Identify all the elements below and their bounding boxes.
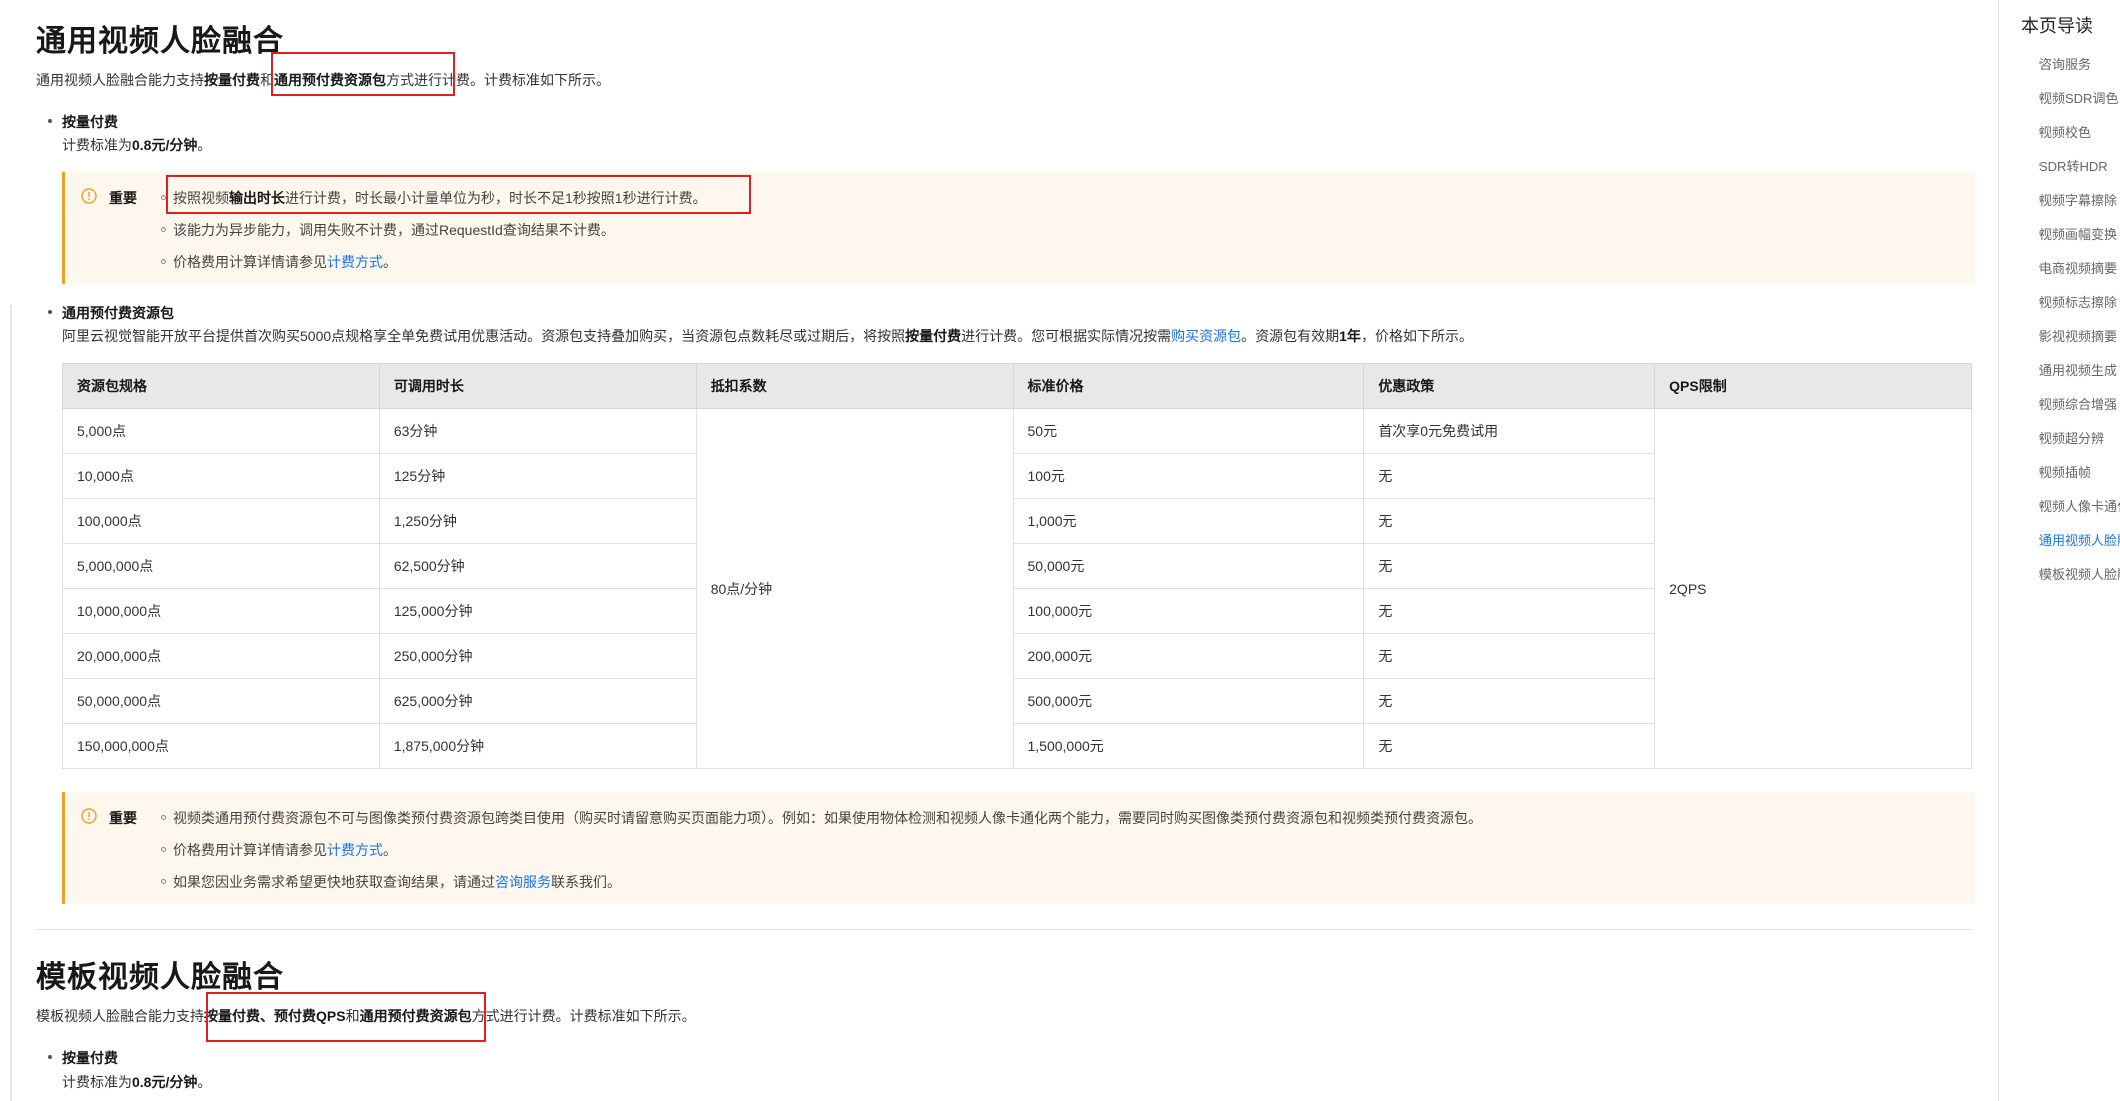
section1-intro: 通用视频人脸融合能力支持按量付费和通用预付费资源包方式进行计费。计费标准如下所示… xyxy=(36,72,610,88)
table-cell: 5,000,000点 xyxy=(62,543,380,589)
table-cell: 10,000点 xyxy=(62,453,380,499)
notice-item-cross-category: 视频类通用预付费资源包不可与图像类预付费资源包跨类目使用（购买时请留意购买页面能… xyxy=(161,810,1482,826)
payg-heading: 按量付费 xyxy=(48,1050,118,1066)
toc-item[interactable]: 视频综合增强 xyxy=(2039,394,2120,413)
table-cell: 1,500,000元 xyxy=(1012,723,1365,769)
table-cell: 首次享0元免费试用 xyxy=(1363,408,1656,454)
prepaid-description: 阿里云视觉智能开放平台提供首次购买5000点规格享全单免费试用优惠活动。资源包支… xyxy=(62,328,1473,344)
table-cell: 100,000元 xyxy=(1012,588,1365,634)
table-cell: 50,000,000点 xyxy=(62,678,380,724)
table-cell: 62,500分钟 xyxy=(378,543,697,589)
payg-price-text: 计费标准为0.8元/分钟。 xyxy=(62,137,212,153)
table-cell: 250,000分钟 xyxy=(378,633,697,679)
toc-item[interactable]: 通用视频生成 xyxy=(2039,360,2120,379)
table-header: QPS限制 xyxy=(1654,363,1972,409)
deduction-cell: 80点/分钟 xyxy=(695,408,1014,769)
section2-intro: 模板视频人脸融合能力支持按量付费、预付费QPS和通用预付费资源包方式进行计费。计… xyxy=(36,1008,696,1024)
content-left-rule xyxy=(10,305,12,1101)
warning-icon xyxy=(81,808,97,824)
table-cell: 20,000,000点 xyxy=(62,633,380,679)
buy-package-link[interactable]: 购买资源包 xyxy=(1171,328,1241,344)
table-cell: 500,000元 xyxy=(1012,678,1365,724)
toc-item[interactable]: 视频画幅变换 xyxy=(2039,224,2120,243)
toc-item[interactable]: 视频标志擦除 xyxy=(2039,292,2120,311)
toc-item[interactable]: SDR转HDR xyxy=(2039,156,2120,175)
notice-item-async: 该能力为异步能力，调用失败不计费，通过RequestId查询结果不计费。 xyxy=(161,222,615,238)
consulting-service-link[interactable]: 咨询服务 xyxy=(495,874,551,890)
important-notice-1: 重要 按照视频输出时长进行计费，时长最小计量单位为秒，时长不足1秒按照1秒进行计… xyxy=(62,172,1975,284)
table-cell: 1,000元 xyxy=(1012,498,1365,544)
payg-price-text: 计费标准为0.8元/分钟。 xyxy=(62,1074,212,1090)
table-cell: 无 xyxy=(1363,723,1656,769)
table-cell: 100元 xyxy=(1012,453,1365,499)
prepaid-heading: 通用预付费资源包 xyxy=(48,305,174,321)
table-cell: 5,000点 xyxy=(62,408,380,454)
table-cell: 63分钟 xyxy=(378,408,697,454)
table-cell: 无 xyxy=(1363,678,1656,724)
toc-item[interactable]: 视频插帧 xyxy=(2039,462,2120,481)
table-cell: 625,000分钟 xyxy=(378,678,697,724)
table-header: 优惠政策 xyxy=(1363,363,1656,409)
table-cell: 150,000,000点 xyxy=(62,723,380,769)
toc-item[interactable]: 咨询服务 xyxy=(2039,54,2120,73)
table-header: 可调用时长 xyxy=(378,363,697,409)
table-header: 资源包规格 xyxy=(62,363,380,409)
toc-item[interactable]: 视频SDR调色 xyxy=(2039,88,2120,107)
table-cell: 50,000元 xyxy=(1012,543,1365,589)
table-cell: 50元 xyxy=(1012,408,1365,454)
table-cell: 1,250分钟 xyxy=(378,498,697,544)
notice-title: 重要 xyxy=(109,810,137,826)
billing-method-link[interactable]: 计费方式 xyxy=(327,254,383,270)
qps-cell: 2QPS xyxy=(1654,408,1972,769)
toc-title: 本页导读 xyxy=(2021,16,2093,36)
page-toc-sidebar: 本页导读 咨询服务 视频SDR调色 视频校色 SDR转HDR 视频字幕擦除 视频… xyxy=(1998,0,2120,1101)
table-cell: 无 xyxy=(1363,453,1656,499)
toc-item[interactable]: 视频字幕擦除 xyxy=(2039,190,2120,209)
table-cell: 无 xyxy=(1363,543,1656,589)
table-header: 标准价格 xyxy=(1012,363,1365,409)
notice-title: 重要 xyxy=(109,190,137,206)
toc-item[interactable]: 视频校色 xyxy=(2039,122,2120,141)
toc-item[interactable]: 模板视频人脸融合 xyxy=(2039,564,2120,583)
table-cell: 无 xyxy=(1363,588,1656,634)
table-cell: 125分钟 xyxy=(378,453,697,499)
table-header-row: 资源包规格 可调用时长 抵扣系数 标准价格 优惠政策 QPS限制 xyxy=(62,363,1972,409)
notice-item-billing-duration: 按照视频输出时长进行计费，时长最小计量单位为秒，时长不足1秒按照1秒进行计费。 xyxy=(161,190,707,206)
table-cell: 无 xyxy=(1363,498,1656,544)
table-header: 抵扣系数 xyxy=(695,363,1014,409)
table-row: 5,000点 63分钟 80点/分钟 50元 首次享0元免费试用 2QPS xyxy=(62,408,1972,769)
table-cell: 10,000,000点 xyxy=(62,588,380,634)
main-content: 通用视频人脸融合 通用视频人脸融合能力支持按量付费和通用预付费资源包方式进行计费… xyxy=(36,0,1976,1101)
toc-item[interactable]: 影视视频摘要 xyxy=(2039,326,2120,345)
notice-item-price-details: 价格费用计算详情请参见计费方式。 xyxy=(161,254,397,270)
toc-item[interactable]: 视频人像卡通化 xyxy=(2039,496,2120,515)
table-cell: 100,000点 xyxy=(62,498,380,544)
warning-icon xyxy=(81,188,97,204)
notice-item-consulting: 如果您因业务需求希望更快地获取查询结果，请通过咨询服务联系我们。 xyxy=(161,874,621,890)
section-title-general-face-fusion: 通用视频人脸融合 xyxy=(36,25,284,58)
important-notice-2: 重要 视频类通用预付费资源包不可与图像类预付费资源包跨类目使用（购买时请留意购买… xyxy=(62,792,1975,904)
notice-item-price-details: 价格费用计算详情请参见计费方式。 xyxy=(161,842,397,858)
table-cell: 200,000元 xyxy=(1012,633,1365,679)
toc-item[interactable]: 电商视频摘要 xyxy=(2039,258,2120,277)
table-cell: 无 xyxy=(1363,633,1656,679)
toc-item[interactable]: 视频超分辨 xyxy=(2039,428,2120,447)
payg-heading: 按量付费 xyxy=(48,114,118,130)
billing-method-link[interactable]: 计费方式 xyxy=(327,842,383,858)
table-cell: 125,000分钟 xyxy=(378,588,697,634)
section-title-template-face-fusion: 模板视频人脸融合 xyxy=(36,961,284,994)
section-divider xyxy=(36,929,1972,930)
table-cell: 1,875,000分钟 xyxy=(378,723,697,769)
toc-item-active[interactable]: 通用视频人脸融合 xyxy=(2039,530,2120,549)
resource-package-table: 资源包规格 可调用时长 抵扣系数 标准价格 优惠政策 QPS限制 5,000点 … xyxy=(62,363,1972,769)
